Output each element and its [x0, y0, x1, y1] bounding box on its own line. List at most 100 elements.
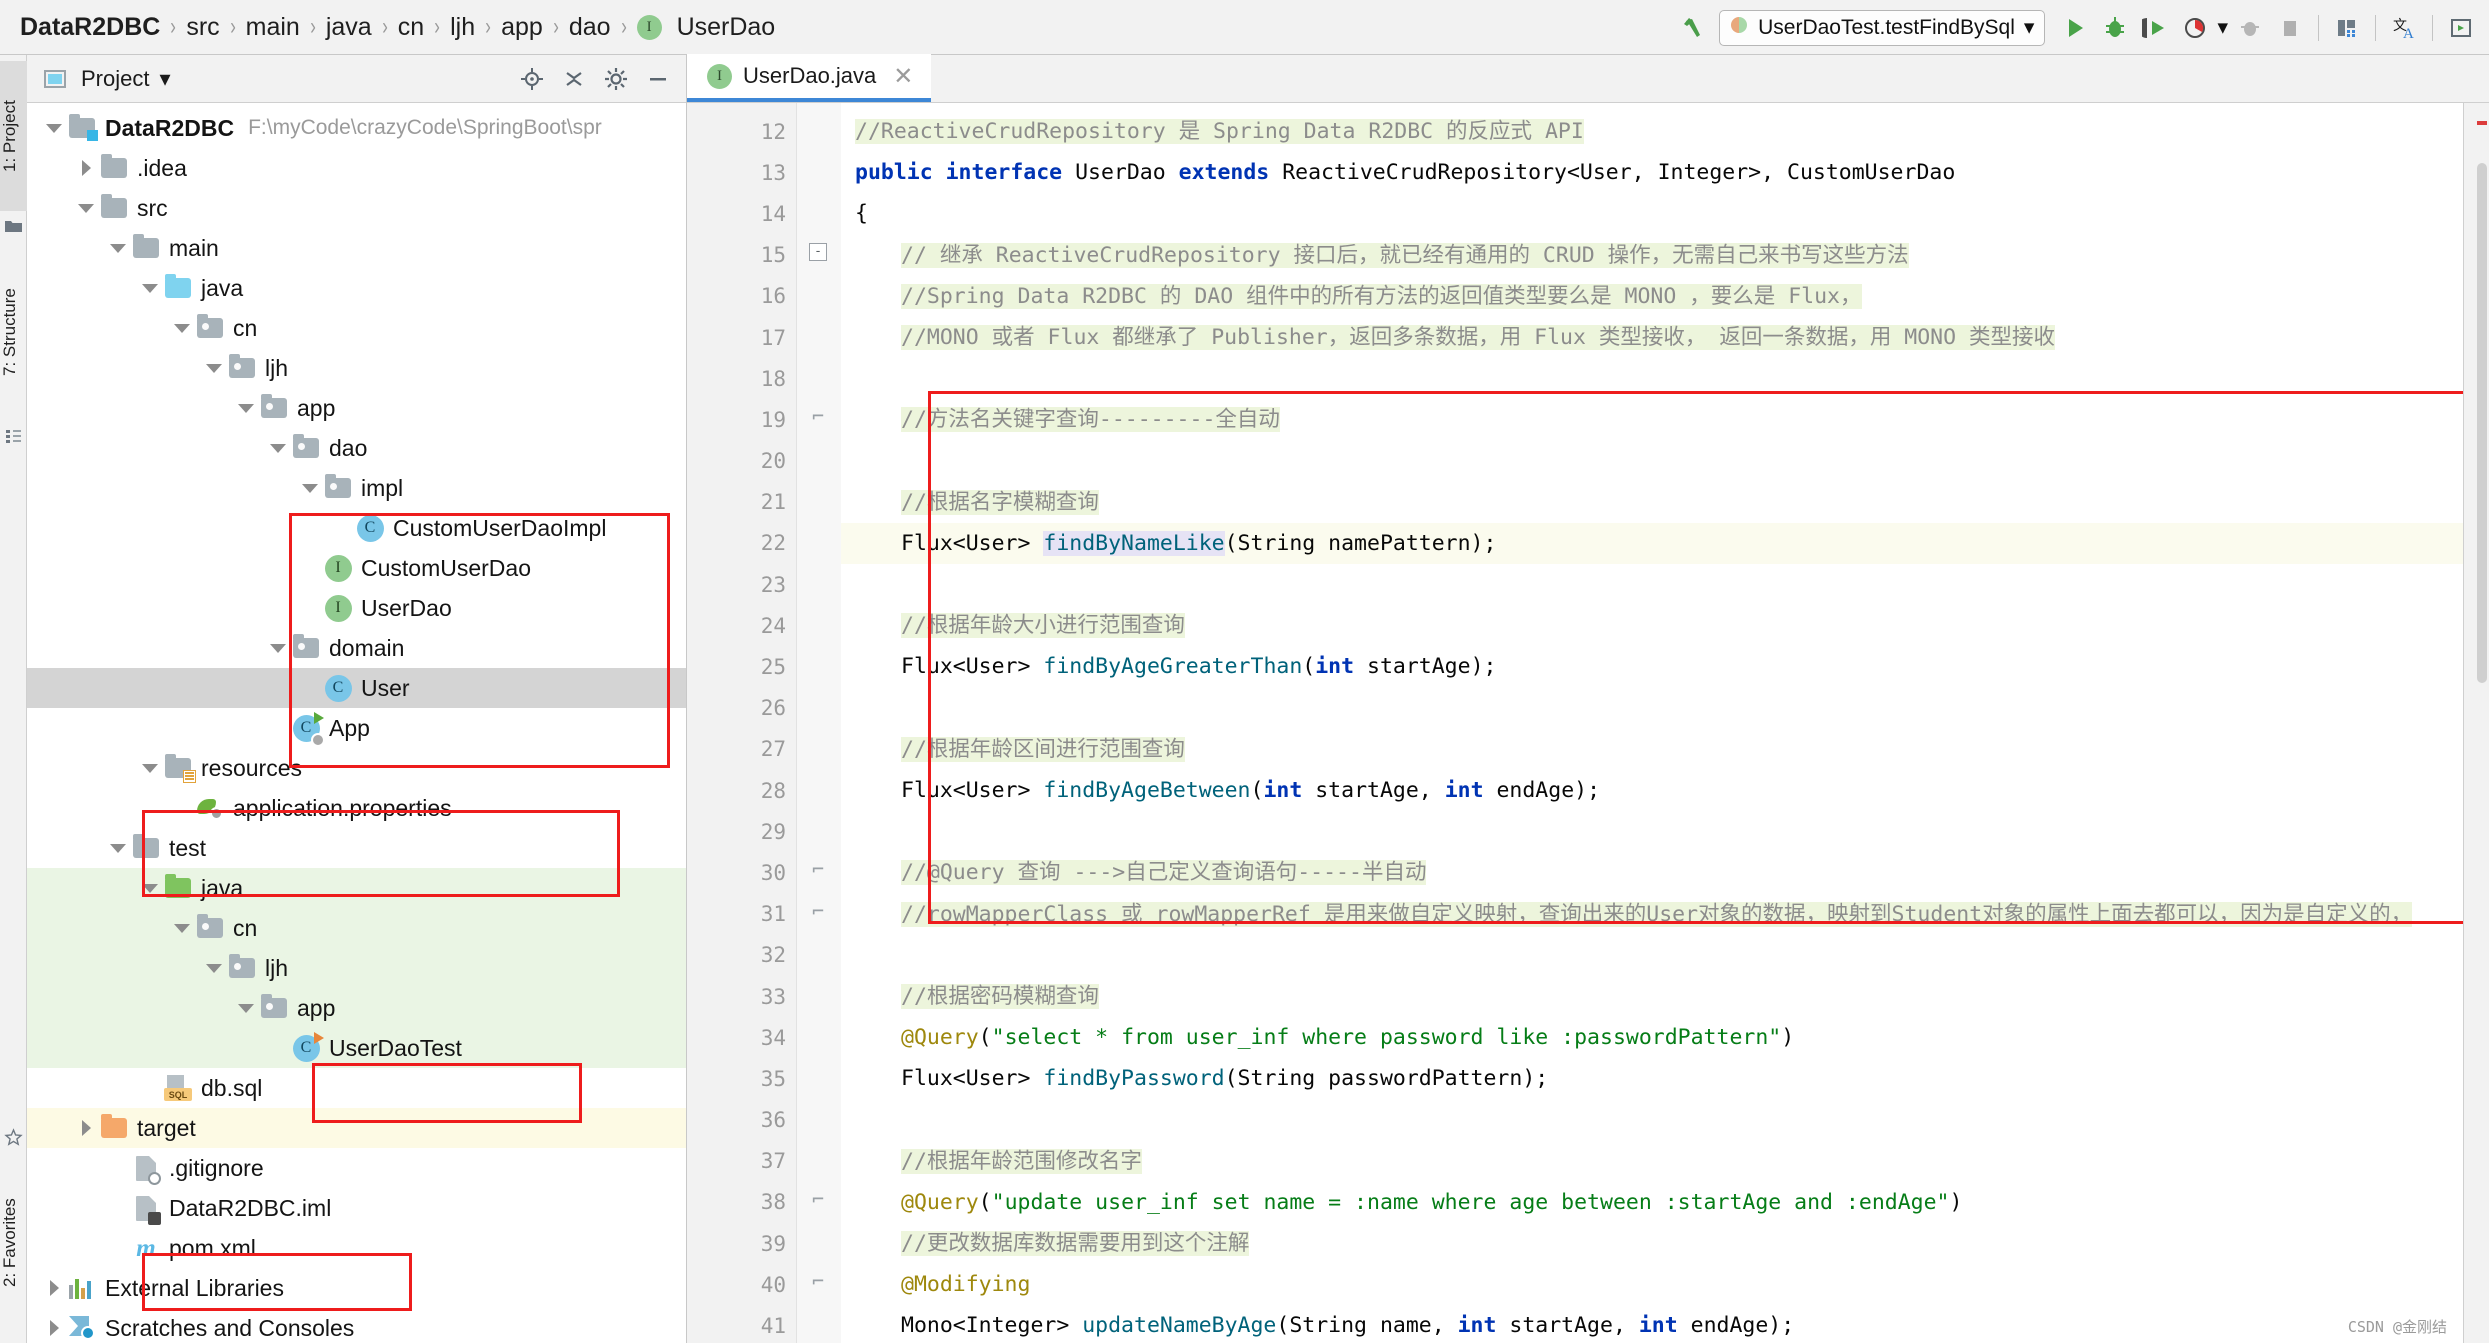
editor-fold-column[interactable]: - [797, 103, 841, 1343]
editor-gutter[interactable]: 12 13 14 15 16 17 18 19 20 [687, 103, 797, 1343]
chevron-down-icon[interactable] [137, 275, 163, 301]
tree-node-customuserdao[interactable]: I CustomUserDao [27, 548, 686, 588]
breadcrumb-item-4[interactable]: cn [392, 15, 430, 40]
tree-node-java-main[interactable]: java [27, 268, 686, 308]
code-editor[interactable]: 12 13 14 15 16 17 18 19 20 [687, 103, 2489, 1343]
code-line[interactable]: //MONO 或者 Flux 都继承了 Publisher，返回多条数据，用 F… [841, 317, 2463, 358]
breadcrumb-current-file[interactable]: I UserDao [631, 15, 782, 40]
code-line[interactable] [841, 935, 2463, 976]
fold-brace-icon[interactable] [809, 861, 827, 879]
tree-node-idea[interactable]: .idea [27, 148, 686, 188]
code-line[interactable]: Flux<User> findByAgeGreaterThan(int star… [841, 646, 2463, 687]
chevron-down-icon[interactable] [169, 315, 195, 341]
project-tree[interactable]: DataR2DBC F:\myCode\crazyCode\SpringBoot… [27, 103, 686, 1343]
code-line[interactable]: //rowMapperClass 或 rowMapperRef 是用来做自定义映… [841, 894, 2463, 935]
hammer-icon[interactable] [1675, 10, 1711, 46]
tree-node-src[interactable]: src [27, 188, 686, 228]
code-line[interactable]: //ReactiveCrudRepository 是 Spring Data R… [841, 111, 2463, 152]
tab-userdao-java[interactable]: I UserDao.java ✕ [687, 54, 931, 102]
chevron-down-icon[interactable]: ▾ [2024, 15, 2035, 40]
breadcrumb-item-7[interactable]: dao [563, 15, 617, 40]
chevron-right-icon[interactable] [41, 1315, 67, 1341]
code-line[interactable]: @Query("select * from user_inf where pas… [841, 1017, 2463, 1058]
code-line[interactable]: Mono<Integer> updateNameByAge(String nam… [841, 1305, 2463, 1343]
run-with-coverage-icon[interactable] [2137, 10, 2173, 46]
code-line[interactable]: Flux<User> findByNameLike(String namePat… [841, 523, 2463, 564]
run-icon[interactable] [2057, 10, 2093, 46]
attach-debugger-icon[interactable] [2232, 10, 2268, 46]
gear-icon[interactable] [600, 63, 632, 95]
tree-node-dao[interactable]: dao [27, 428, 686, 468]
tree-node-ljh-main[interactable]: ljh [27, 348, 686, 388]
tree-node-db-sql[interactable]: SQL db.sql [27, 1068, 686, 1108]
tree-node-datar2dbc[interactable]: DataR2DBC F:\myCode\crazyCode\SpringBoot… [27, 108, 686, 148]
chevron-down-icon[interactable] [137, 875, 163, 901]
chevron-down-icon[interactable] [137, 755, 163, 781]
chevron-down-icon[interactable] [265, 435, 291, 461]
chevron-down-icon[interactable] [265, 635, 291, 661]
breadcrumb-item-5[interactable]: ljh [444, 15, 481, 40]
chevron-down-icon[interactable] [41, 115, 67, 141]
tree-node-app-test[interactable]: app [27, 988, 686, 1028]
breadcrumb-item-0[interactable]: DataR2DBC [14, 15, 166, 40]
more-icon[interactable] [2443, 10, 2479, 46]
scrollbar-thumb[interactable] [2477, 163, 2487, 683]
chevron-down-icon[interactable] [169, 915, 195, 941]
fold-brace-icon[interactable] [809, 1273, 827, 1291]
breadcrumb-item-3[interactable]: java [320, 15, 378, 40]
tree-node-app-main[interactable]: app [27, 388, 686, 428]
chevron-down-icon[interactable] [233, 395, 259, 421]
tree-node-target[interactable]: target [27, 1108, 686, 1148]
code-line[interactable] [841, 441, 2463, 482]
locate-icon[interactable] [516, 63, 548, 95]
layout-icon[interactable] [2329, 10, 2365, 46]
editor-scrollbar[interactable] [2463, 103, 2489, 1343]
chevron-down-icon[interactable] [201, 355, 227, 381]
breadcrumb-item-1[interactable]: src [180, 15, 225, 40]
fold-brace-icon[interactable] [809, 1191, 827, 1209]
code-line[interactable] [841, 358, 2463, 399]
tree-node-userdao[interactable]: I UserDao [27, 588, 686, 628]
code-line[interactable]: //根据名字模糊查询 [841, 482, 2463, 523]
sidebar-item-favorites[interactable]: 2: Favorites [0, 1153, 27, 1333]
chevron-right-icon[interactable] [41, 1275, 67, 1301]
code-content[interactable]: //ReactiveCrudRepository 是 Spring Data R… [841, 103, 2463, 1343]
tree-node-scratches-and-consoles[interactable]: Scratches and Consoles [27, 1308, 686, 1343]
tree-node-userdaotest[interactable]: C UserDaoTest [27, 1028, 686, 1068]
tree-node-cn-test[interactable]: cn [27, 908, 686, 948]
tree-node-pom-xml[interactable]: m pom.xml [27, 1228, 686, 1268]
tree-node-cn-main[interactable]: cn [27, 308, 686, 348]
code-line[interactable] [841, 564, 2463, 605]
tree-node-external-libraries[interactable]: External Libraries [27, 1268, 686, 1308]
close-icon[interactable]: ✕ [893, 62, 913, 91]
error-marker[interactable] [2477, 121, 2487, 125]
code-line[interactable]: //根据年龄范围修改名字 [841, 1141, 2463, 1182]
chevron-right-icon[interactable] [73, 155, 99, 181]
code-line[interactable]: public interface UserDao extends Reactiv… [841, 152, 2463, 193]
sidebar-item-structure[interactable]: 7: Structure [0, 245, 27, 420]
chevron-down-icon[interactable]: ▾ [2217, 15, 2228, 40]
code-line[interactable]: //根据年龄区间进行范围查询 [841, 729, 2463, 770]
code-line[interactable] [841, 1100, 2463, 1141]
code-line[interactable]: //根据密码模糊查询 [841, 976, 2463, 1017]
tree-node-test[interactable]: test [27, 828, 686, 868]
tree-node-iml[interactable]: DataR2DBC.iml [27, 1188, 686, 1228]
profiler-icon[interactable] [2177, 10, 2213, 46]
chevron-down-icon[interactable]: ▾ [159, 66, 170, 92]
chevron-down-icon[interactable] [105, 235, 131, 261]
code-line[interactable]: // 继承 ReactiveCrudRepository 接口后，就已经有通用的… [841, 235, 2463, 276]
tree-node-impl[interactable]: impl [27, 468, 686, 508]
run-configuration-selector[interactable]: UserDaoTest.testFindBySql ▾ [1719, 10, 2045, 46]
code-line[interactable]: Flux<User> findByPassword(String passwor… [841, 1058, 2463, 1099]
tree-node-app-class[interactable]: C App [27, 708, 686, 748]
code-line[interactable]: Flux<User> findByAgeBetween(int startAge… [841, 770, 2463, 811]
chevron-down-icon[interactable] [201, 955, 227, 981]
tree-node-customuserdaoimpl[interactable]: C CustomUserDaoImpl [27, 508, 686, 548]
sidebar-item-project[interactable]: 1: Project [0, 61, 27, 211]
code-line[interactable]: //更改数据库数据需要用到这个注解 [841, 1223, 2463, 1264]
chevron-right-icon[interactable] [73, 1115, 99, 1141]
hide-icon[interactable] [642, 63, 674, 95]
tree-node-application-properties[interactable]: application.properties [27, 788, 686, 828]
code-line[interactable]: //Spring Data R2DBC 的 DAO 组件中的所有方法的返回值类型… [841, 276, 2463, 317]
stop-icon[interactable] [2272, 10, 2308, 46]
